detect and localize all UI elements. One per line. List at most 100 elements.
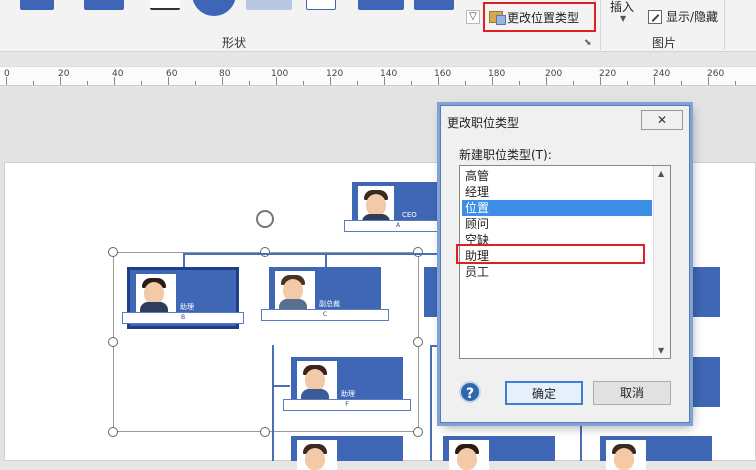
ruler-tick — [168, 77, 169, 85]
ok-button[interactable]: 确定 — [505, 381, 583, 405]
list-item[interactable]: 顾问 — [462, 216, 652, 232]
annotation-highlight — [456, 244, 645, 264]
card-name-bar: A — [344, 220, 452, 232]
ribbon: ▽ 更改位置类型 ⬊ 形状 插入 ▼ 显示/隐藏 图片 — [0, 0, 756, 52]
connector-line — [580, 420, 582, 461]
org-card-partial[interactable] — [600, 436, 712, 470]
list-item[interactable]: 员工 — [462, 264, 652, 280]
ruler-tick-label: 100 — [271, 69, 289, 79]
ruler-tick — [114, 77, 115, 85]
ruler-tick — [573, 81, 574, 85]
shape-thumbnail[interactable] — [246, 0, 292, 10]
list-item[interactable]: 高管 — [462, 168, 652, 184]
shape-thumbnail[interactable] — [306, 0, 336, 10]
org-card-assistant-b[interactable]: 助理 B — [122, 267, 244, 329]
rotate-handle-icon[interactable] — [256, 210, 274, 228]
resize-handle[interactable] — [108, 337, 118, 347]
resize-handle[interactable] — [108, 247, 118, 257]
ruler-tick — [654, 77, 655, 85]
ruler-tick — [627, 81, 628, 85]
dialog-launcher-icon[interactable]: ⬊ — [584, 38, 592, 48]
resize-handle[interactable] — [108, 427, 118, 437]
list-item[interactable]: 经理 — [462, 184, 652, 200]
shape-thumbnail[interactable] — [192, 0, 236, 16]
list-scrollbar[interactable]: ▲ ▼ — [653, 166, 670, 358]
org-card-partial[interactable] — [291, 436, 403, 470]
connector-line — [183, 253, 447, 255]
dialog-title: 更改职位类型 — [447, 116, 520, 130]
avatar — [136, 274, 176, 314]
show-hide-button[interactable]: 显示/隐藏 — [648, 8, 718, 25]
card-role: 副总裁 — [319, 300, 340, 308]
card-name-bar: C — [261, 309, 389, 321]
ruler-tick — [195, 81, 196, 85]
org-card-assistant-f[interactable]: 助理 F — [283, 357, 411, 411]
org-card-partial[interactable] — [443, 436, 555, 470]
avatar — [449, 440, 489, 470]
gallery-more-button[interactable]: ▽ — [466, 10, 480, 24]
position-type-icon — [489, 11, 506, 25]
ruler-tick — [249, 81, 250, 85]
shapes-group-label: 形状 — [222, 36, 247, 50]
shape-thumbnail[interactable] — [150, 0, 180, 10]
ruler-tick — [735, 81, 736, 85]
avatar — [297, 361, 337, 401]
resize-handle[interactable] — [413, 247, 423, 257]
connector-line — [272, 385, 290, 387]
resize-handle[interactable] — [260, 247, 270, 257]
picture-group-label: 图片 — [652, 36, 677, 50]
ruler-tick — [681, 81, 682, 85]
connector-line — [430, 345, 432, 461]
group-separator — [600, 0, 601, 50]
ruler-tick — [384, 77, 385, 85]
resize-handle[interactable] — [413, 337, 423, 347]
resize-handle[interactable] — [413, 427, 423, 437]
show-hide-label: 显示/隐藏 — [666, 10, 719, 24]
list-label: 新建职位类型(T): — [459, 148, 552, 162]
scroll-up-icon[interactable]: ▲ — [658, 169, 664, 178]
close-button[interactable]: ✕ — [641, 110, 683, 130]
shape-thumbnail[interactable] — [358, 0, 404, 10]
ruler-tick — [546, 77, 547, 85]
insert-label: 插入 — [610, 0, 635, 14]
ruler-tick — [6, 77, 7, 85]
cancel-button[interactable]: 取消 — [593, 381, 671, 405]
help-button[interactable]: ? — [459, 381, 481, 403]
ruler-tick — [465, 81, 466, 85]
card-role: CEO — [402, 211, 417, 219]
group-separator — [724, 0, 725, 50]
ruler-tick — [276, 77, 277, 85]
org-card-partial[interactable] — [690, 267, 720, 317]
avatar — [275, 271, 315, 311]
shape-thumbnail[interactable] — [414, 0, 454, 10]
ruler-tick — [519, 81, 520, 85]
ruler-tick — [492, 77, 493, 85]
ruler-tick-label: 140 — [380, 69, 398, 79]
ruler-tick-label: 80 — [219, 69, 231, 79]
insert-dropdown-icon[interactable]: ▼ — [620, 14, 626, 23]
ruler-tick — [33, 81, 34, 85]
connector-line — [325, 253, 327, 267]
org-card-partial[interactable] — [690, 357, 720, 407]
org-card-vp-c[interactable]: 副总裁 C — [261, 267, 389, 321]
card-name-bar: B — [122, 312, 244, 324]
card-role: 助理 — [341, 390, 355, 398]
ruler-tick — [600, 77, 601, 85]
ruler-tick-label: 260 — [707, 69, 725, 79]
scroll-down-icon[interactable]: ▼ — [658, 346, 664, 355]
shape-thumbnail[interactable] — [20, 0, 54, 10]
change-position-type-button[interactable]: 更改位置类型 — [483, 2, 596, 32]
resize-handle[interactable] — [260, 427, 270, 437]
ruler-tick-label: 220 — [599, 69, 617, 79]
card-name-bar: F — [283, 399, 411, 411]
list-item-selected[interactable]: 位置 — [462, 200, 652, 216]
shape-thumbnail[interactable] — [84, 0, 124, 10]
org-card-ceo[interactable]: CEO A — [344, 182, 452, 232]
ruler-tick-label: 120 — [326, 69, 344, 79]
card-role: 助理 — [180, 303, 194, 311]
ruler-tick-label: 160 — [434, 69, 452, 79]
ruler-tick-label: 180 — [488, 69, 506, 79]
connector-line — [183, 253, 185, 267]
ruler-tick — [60, 77, 61, 85]
insert-button[interactable]: 插入 — [610, 0, 634, 15]
